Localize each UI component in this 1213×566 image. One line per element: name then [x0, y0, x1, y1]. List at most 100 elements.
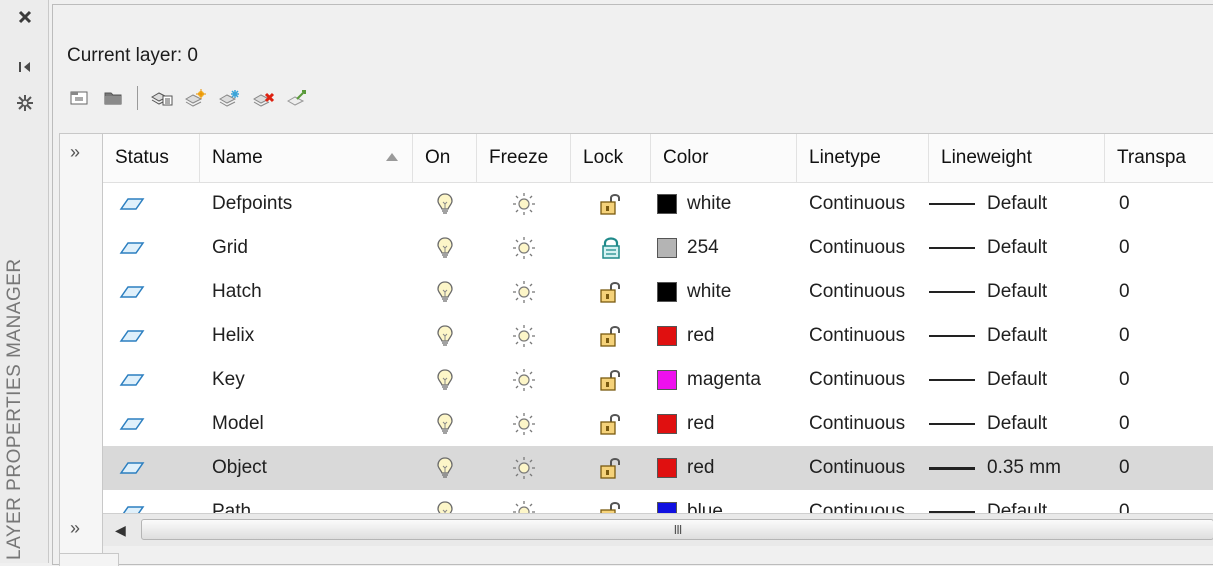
layer-linetype[interactable]: Continuous [797, 314, 929, 358]
layer-on-lightbulb-icon[interactable] [413, 402, 477, 446]
delete-layer-icon[interactable] [252, 86, 276, 110]
layer-transparency[interactable]: 0 [1105, 402, 1213, 446]
layer-unlocked-icon[interactable] [571, 358, 651, 402]
layer-on-lightbulb-icon[interactable] [413, 314, 477, 358]
horizontal-scrollbar[interactable]: ◀ III [103, 513, 1213, 546]
layer-states-manager-icon[interactable] [150, 86, 174, 110]
layer-color[interactable]: red [651, 402, 797, 446]
layer-status-icon[interactable] [103, 490, 200, 514]
expand-filter-tree-button[interactable]: » [70, 142, 80, 163]
set-current-icon[interactable] [286, 86, 310, 110]
layer-lineweight[interactable]: Default [929, 226, 1105, 270]
layer-linetype[interactable]: Continuous [797, 182, 929, 226]
layer-status-icon[interactable] [103, 270, 200, 314]
layer-linetype[interactable]: Continuous [797, 402, 929, 446]
layer-lineweight[interactable]: Default [929, 314, 1105, 358]
column-header-on[interactable]: On [413, 134, 477, 182]
layer-transparency[interactable]: 0 [1105, 226, 1213, 270]
layer-status-icon[interactable] [103, 182, 200, 226]
layer-transparency[interactable]: 0 [1105, 490, 1213, 514]
column-header-linetype[interactable]: Linetype [797, 134, 929, 182]
layer-row[interactable]: Defpoints white Continuous Default 0 [103, 182, 1213, 226]
layer-freeze-sun-icon[interactable] [477, 314, 571, 358]
layer-name[interactable]: Defpoints [200, 182, 413, 226]
layer-row[interactable]: Key magenta Continuous Default 0 [103, 358, 1213, 402]
new-layer-vp-frozen-icon[interactable] [218, 86, 242, 110]
layer-transparency[interactable]: 0 [1105, 446, 1213, 490]
layer-lineweight[interactable]: 0.35 mm [929, 446, 1105, 490]
layer-name[interactable]: Hatch [200, 270, 413, 314]
layer-unlocked-icon[interactable] [571, 182, 651, 226]
layer-on-lightbulb-icon[interactable] [413, 182, 477, 226]
layer-freeze-sun-icon[interactable] [477, 358, 571, 402]
layer-row[interactable]: Path blue Continuous Default 0 [103, 490, 1213, 514]
layer-freeze-sun-icon[interactable] [477, 226, 571, 270]
layer-name[interactable]: Model [200, 402, 413, 446]
layer-transparency[interactable]: 0 [1105, 358, 1213, 402]
properties-icon[interactable] [14, 92, 36, 114]
layer-color[interactable]: white [651, 270, 797, 314]
layer-status-icon[interactable] [103, 402, 200, 446]
layer-unlocked-icon[interactable] [571, 270, 651, 314]
layer-row[interactable]: Helix red Continuous Default 0 [103, 314, 1213, 358]
layer-name[interactable]: Object [200, 446, 413, 490]
column-header-freeze[interactable]: Freeze [477, 134, 571, 182]
layer-on-lightbulb-icon[interactable] [413, 490, 477, 514]
column-header-status[interactable]: Status [103, 134, 200, 182]
layer-status-icon[interactable] [103, 314, 200, 358]
layer-unlocked-icon[interactable] [571, 314, 651, 358]
layer-row[interactable]: Hatch white Continuous Default 0 [103, 270, 1213, 314]
layer-on-lightbulb-icon[interactable] [413, 358, 477, 402]
autohide-icon[interactable] [14, 56, 36, 78]
layer-color[interactable]: white [651, 182, 797, 226]
new-property-filter-icon[interactable] [67, 86, 91, 110]
layer-transparency[interactable]: 0 [1105, 314, 1213, 358]
layer-lineweight[interactable]: Default [929, 490, 1105, 514]
layer-unlocked-icon[interactable] [571, 402, 651, 446]
close-icon[interactable] [14, 6, 36, 28]
scroll-left-arrow[interactable]: ◀ [115, 522, 126, 539]
layer-on-lightbulb-icon[interactable] [413, 226, 477, 270]
collapse-filter-tree-button[interactable]: » [70, 518, 80, 539]
layer-unlocked-icon[interactable] [571, 490, 651, 514]
layer-color[interactable]: 254 [651, 226, 797, 270]
layer-linetype[interactable]: Continuous [797, 270, 929, 314]
column-header-color[interactable]: Color [651, 134, 797, 182]
layer-freeze-sun-icon[interactable] [477, 270, 571, 314]
scrollbar-thumb[interactable]: III [141, 519, 1213, 540]
layer-lineweight[interactable]: Default [929, 182, 1105, 226]
new-group-filter-icon[interactable] [101, 86, 125, 110]
column-header-lock[interactable]: Lock [571, 134, 651, 182]
layer-color[interactable]: magenta [651, 358, 797, 402]
layer-name[interactable]: Path [200, 490, 413, 514]
layer-lineweight[interactable]: Default [929, 358, 1105, 402]
layer-freeze-sun-icon[interactable] [477, 182, 571, 226]
layer-lineweight[interactable]: Default [929, 270, 1105, 314]
layer-linetype[interactable]: Continuous [797, 446, 929, 490]
layer-name[interactable]: Helix [200, 314, 413, 358]
layer-name[interactable]: Key [200, 358, 413, 402]
layer-row[interactable]: Model red Continuous Default 0 [103, 402, 1213, 446]
layer-transparency[interactable]: 0 [1105, 182, 1213, 226]
layer-linetype[interactable]: Continuous [797, 490, 929, 514]
layer-row[interactable]: Grid 254 Continuous Default 0 [103, 226, 1213, 270]
layer-status-icon[interactable] [103, 226, 200, 270]
column-header-lineweight[interactable]: Lineweight [929, 134, 1105, 182]
column-header-name[interactable]: Name [200, 134, 413, 182]
layer-color[interactable]: red [651, 314, 797, 358]
layer-linetype[interactable]: Continuous [797, 358, 929, 402]
layer-name[interactable]: Grid [200, 226, 413, 270]
layer-status-icon[interactable] [103, 446, 200, 490]
layer-freeze-sun-icon[interactable] [477, 490, 571, 514]
new-layer-icon[interactable] [184, 86, 208, 110]
layer-freeze-sun-icon[interactable] [477, 446, 571, 490]
layer-row[interactable]: Object red Continuous 0.35 mm 0 [103, 446, 1213, 490]
layer-on-lightbulb-icon[interactable] [413, 446, 477, 490]
layer-lineweight[interactable]: Default [929, 402, 1105, 446]
layer-transparency[interactable]: 0 [1105, 270, 1213, 314]
layer-freeze-sun-icon[interactable] [477, 402, 571, 446]
layer-color[interactable]: red [651, 446, 797, 490]
layer-unlocked-icon[interactable] [571, 446, 651, 490]
layer-linetype[interactable]: Continuous [797, 226, 929, 270]
layer-status-icon[interactable] [103, 358, 200, 402]
